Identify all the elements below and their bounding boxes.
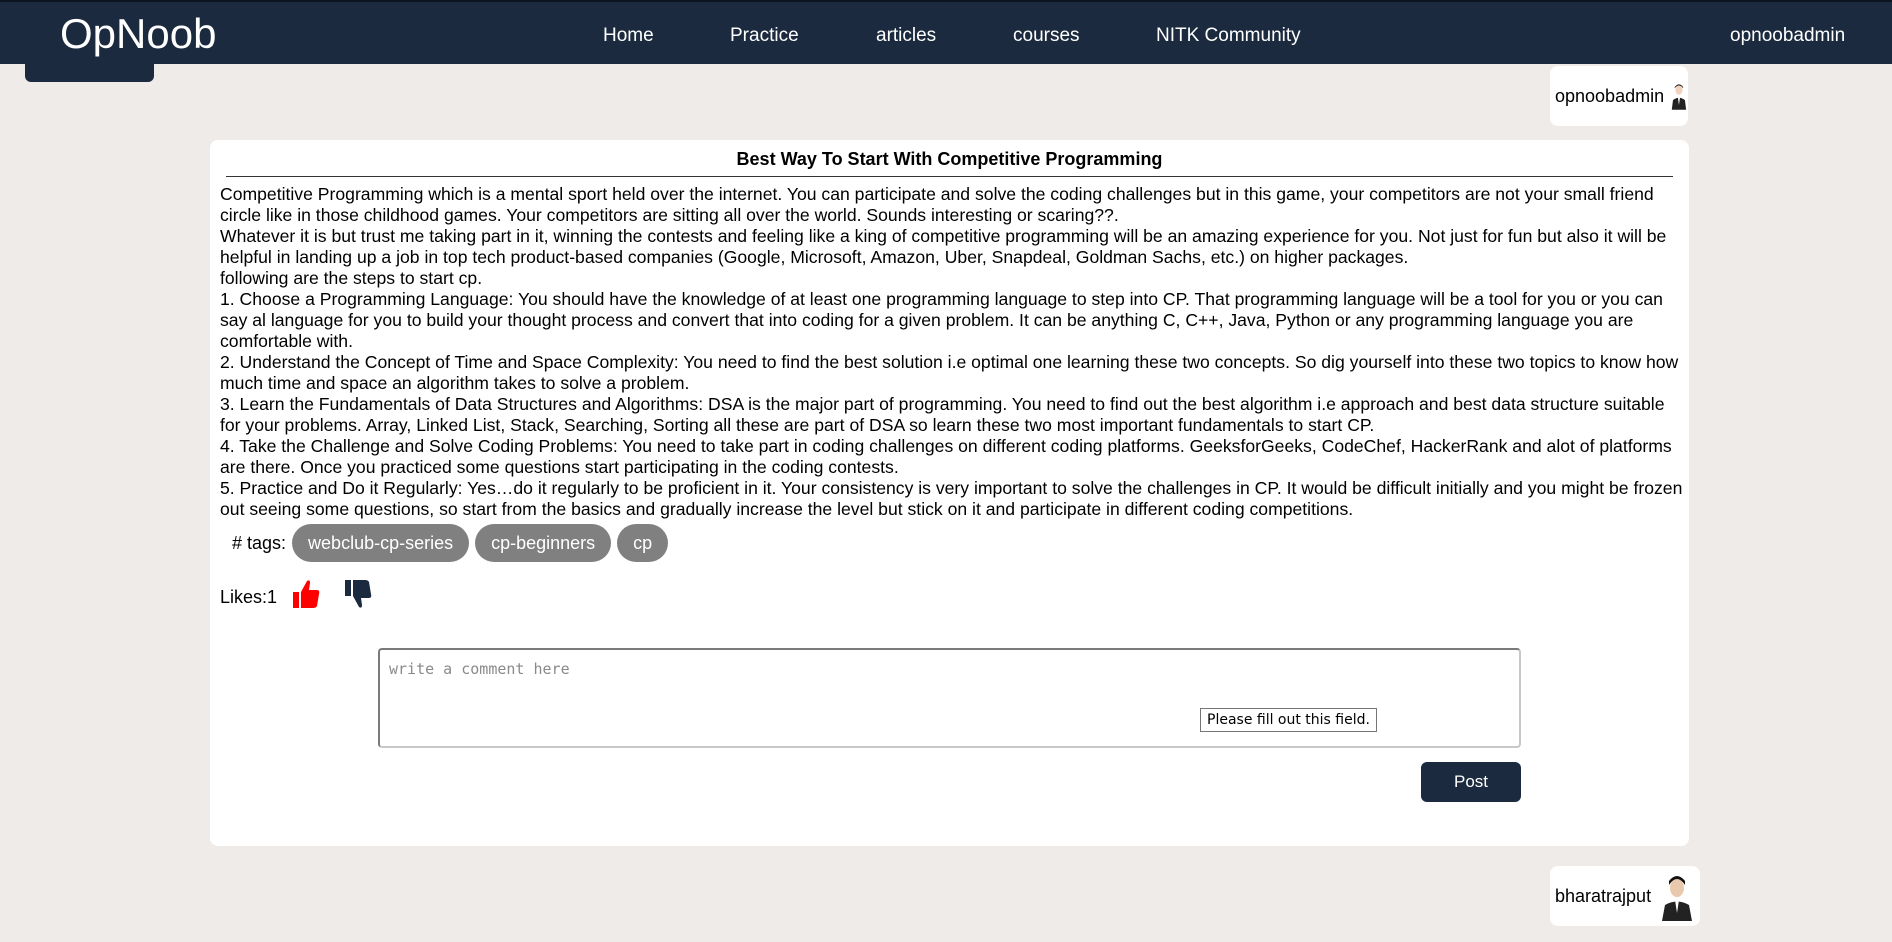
brand-logo[interactable]: OpNoob <box>60 10 216 58</box>
author-avatar-icon <box>1671 84 1687 110</box>
tag-cp[interactable]: cp <box>617 524 669 562</box>
likes-count: Likes:1 <box>220 586 278 607</box>
tag-webclub-cp-series[interactable]: webclub-cp-series <box>292 524 470 562</box>
article-paragraph: 3. Learn the Fundamentals of Data Struct… <box>220 394 1665 435</box>
article-paragraph: 4. Take the Challenge and Solve Coding P… <box>220 436 1672 477</box>
tags-label: # tags: <box>232 532 287 553</box>
validation-tooltip: Please fill out this field. <box>1200 708 1377 732</box>
nav-user-account[interactable]: opnoobadmin <box>1730 24 1845 48</box>
top-navbar: OpNoob Home Practice articles courses NI… <box>0 0 1892 64</box>
post-comment-button[interactable]: Post <box>1421 762 1521 802</box>
article-paragraph: 1. Choose a Programming Language: You sh… <box>220 289 1663 351</box>
nav-practice[interactable]: Practice <box>730 24 799 48</box>
nav-home[interactable]: Home <box>603 24 654 48</box>
article-paragraph: 5. Practice and Do it Regularly: Yes…do … <box>220 478 1683 519</box>
comment-box: Please fill out this field. <box>378 648 1521 748</box>
nav-courses[interactable]: courses <box>1013 24 1080 48</box>
tag-cp-beginners[interactable]: cp-beginners <box>475 524 612 562</box>
commenter-avatar-icon <box>1657 876 1698 921</box>
article-title: Best Way To Start With Competitive Progr… <box>226 148 1673 177</box>
article-paragraph: Whatever it is but trust me taking part … <box>220 226 1667 267</box>
brand-tab-decoration <box>25 62 154 82</box>
thumbs-down-icon[interactable] <box>343 578 373 610</box>
tags-row: # tags: webclub-cp-series cp-beginners c… <box>232 524 674 562</box>
author-username: opnoobadmin <box>1555 85 1665 106</box>
thumbs-up-icon[interactable] <box>291 578 321 610</box>
article-card: Best Way To Start With Competitive Progr… <box>210 140 1689 846</box>
article-paragraph: Competitive Programming which is a menta… <box>220 184 1654 225</box>
article-body: Competitive Programming which is a menta… <box>220 184 1686 520</box>
article-paragraph: following are the steps to start cp. <box>220 268 483 288</box>
nav-articles[interactable]: articles <box>876 24 936 48</box>
author-pill[interactable]: opnoobadmin <box>1550 66 1688 126</box>
likes-row: Likes:1 <box>220 576 373 612</box>
commenter-username: bharatrajput <box>1555 885 1652 906</box>
commenter-pill[interactable]: bharatrajput <box>1550 866 1700 926</box>
nav-nitk-community[interactable]: NITK Community <box>1156 24 1301 48</box>
article-paragraph: 2. Understand the Concept of Time and Sp… <box>220 352 1679 393</box>
